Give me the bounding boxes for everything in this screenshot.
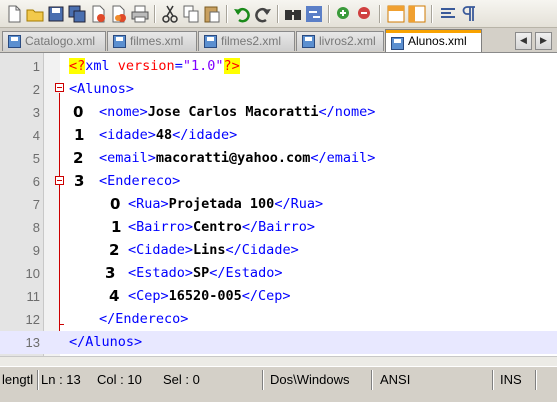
file-icon [113,35,126,48]
status-line: Ln : 13 [41,372,81,387]
code-text: <email>macoratti@yahoo.com</email> [99,150,376,166]
code-line: 2 <Alunos> [0,78,557,101]
tab-label: livros2.xml [319,34,376,48]
line-number: 6 [32,174,40,189]
tab-catalogo[interactable]: Catalogo.xml [2,31,106,51]
index-annotation: 4 [109,287,120,305]
file-icon [8,35,21,48]
code-line: 8 1 <Bairro>Centro</Bairro> [0,216,557,239]
index-annotation: 1 [111,218,122,236]
sync-horizontal-icon[interactable] [407,4,427,24]
status-length: lengtl [2,372,34,387]
tab-label: filmes.xml [130,34,184,48]
save-icon[interactable] [46,4,66,24]
index-annotation: 0 [110,195,121,213]
code-text: </Endereco> [99,311,189,327]
tab-label: Alunos.xml [408,34,467,48]
undo-icon[interactable] [232,4,252,24]
tab-bar: Catalogo.xml filmes.xml filmes2.xml livr… [0,28,557,52]
line-number: 3 [32,105,40,120]
file-icon [391,35,404,50]
status-column: Col : 10 [97,372,142,387]
code-text: </Alunos> [69,334,143,350]
line-number: 9 [32,243,40,258]
line-number: 11 [26,289,41,304]
close-icon[interactable] [88,4,108,24]
file-icon [204,35,217,48]
index-annotation: 3 [105,264,116,282]
save-all-icon[interactable] [67,4,87,24]
tab-scroll-left-icon[interactable]: ◀ [515,32,532,50]
code-text: <?xml version="1.0"?> [69,58,240,74]
line-number: 8 [32,220,40,235]
code-line: 7 0 <Rua>Projetada 100</Rua> [0,193,557,216]
line-number: 5 [32,151,40,166]
editor[interactable]: 1 <?xml version="1.0"?> 2 <Alunos> 3 0 <… [0,52,557,356]
code-line: 1 <?xml version="1.0"?> [0,55,557,78]
line-number: 4 [32,128,40,143]
code-line: 6 3 <Endereco> [0,170,557,193]
status-eol-format: Dos\Windows [270,372,350,387]
horizontal-scrollbar[interactable] [0,356,557,366]
code-line: 3 0 <nome>Jose Carlos Macoratti</nome> [0,101,557,124]
tab-scroll-right-icon[interactable]: ▶ [535,32,552,50]
line-number: 10 [25,266,40,281]
open-file-icon[interactable] [25,4,45,24]
tab-label: filmes2.xml [221,34,282,48]
code-text: <Rua>Projetada 100</Rua> [128,196,324,212]
find-icon[interactable] [283,4,303,24]
code-text: <Estado>SP</Estado> [128,265,283,281]
code-line: 4 1 <idade>48</idade> [0,124,557,147]
zoom-in-icon[interactable] [334,4,354,24]
code-line: 10 3 <Estado>SP</Estado> [0,262,557,285]
index-annotation: 2 [109,241,120,259]
show-all-chars-icon[interactable] [459,4,479,24]
index-annotation: 0 [73,103,84,121]
close-all-icon[interactable] [109,4,129,24]
line-number: 7 [32,197,40,212]
code-line-current: 13 </Alunos> [0,331,557,354]
code-text: <Endereco> [99,173,181,189]
copy-icon[interactable] [181,4,201,24]
status-insert-mode: INS [500,372,522,387]
code-line: 5 2 <email>macoratti@yahoo.com</email> [0,147,557,170]
redo-icon[interactable] [253,4,273,24]
code-line: 9 2 <Cidade>Lins</Cidade> [0,239,557,262]
index-annotation: 2 [73,149,84,167]
status-selection: Sel : 0 [163,372,200,387]
print-icon[interactable] [130,4,150,24]
cut-icon[interactable] [160,4,180,24]
code-text: <Cep>16520-005</Cep> [128,288,291,304]
tab-filmes[interactable]: filmes.xml [107,31,197,51]
replace-icon[interactable] [304,4,324,24]
line-number: 1 [32,59,40,74]
code-line: 11 4 <Cep>16520-005</Cep> [0,285,557,308]
sync-vertical-icon[interactable] [386,4,406,24]
paste-icon[interactable] [202,4,222,24]
tab-filmes2[interactable]: filmes2.xml [198,31,295,51]
word-wrap-icon[interactable] [438,4,458,24]
toolbar [0,0,557,28]
index-annotation: 3 [74,172,85,190]
status-encoding: ANSI [380,372,411,387]
zoom-out-icon[interactable] [355,4,375,24]
status-bar: lengtl Ln : 13 Col : 10 Sel : 0 Dos\Wind… [0,366,557,392]
line-number: 12 [25,312,40,327]
new-file-icon[interactable] [4,4,24,24]
code-text: <Cidade>Lins</Cidade> [128,242,299,258]
tab-livros2[interactable]: livros2.xml [296,31,384,51]
line-number: 2 [32,82,40,97]
tab-alunos[interactable]: Alunos.xml [385,29,482,52]
code-text: <Alunos> [69,81,135,97]
code-text: <idade>48</idade> [99,127,238,143]
code-line: 12 </Endereco> [0,308,557,331]
line-number: 13 [25,335,40,350]
tab-label: Catalogo.xml [25,34,96,48]
code-text: <Bairro>Centro</Bairro> [128,219,315,235]
code-text: <nome>Jose Carlos Macoratti</nome> [99,104,376,120]
file-icon [302,35,315,48]
index-annotation: 1 [74,126,85,144]
